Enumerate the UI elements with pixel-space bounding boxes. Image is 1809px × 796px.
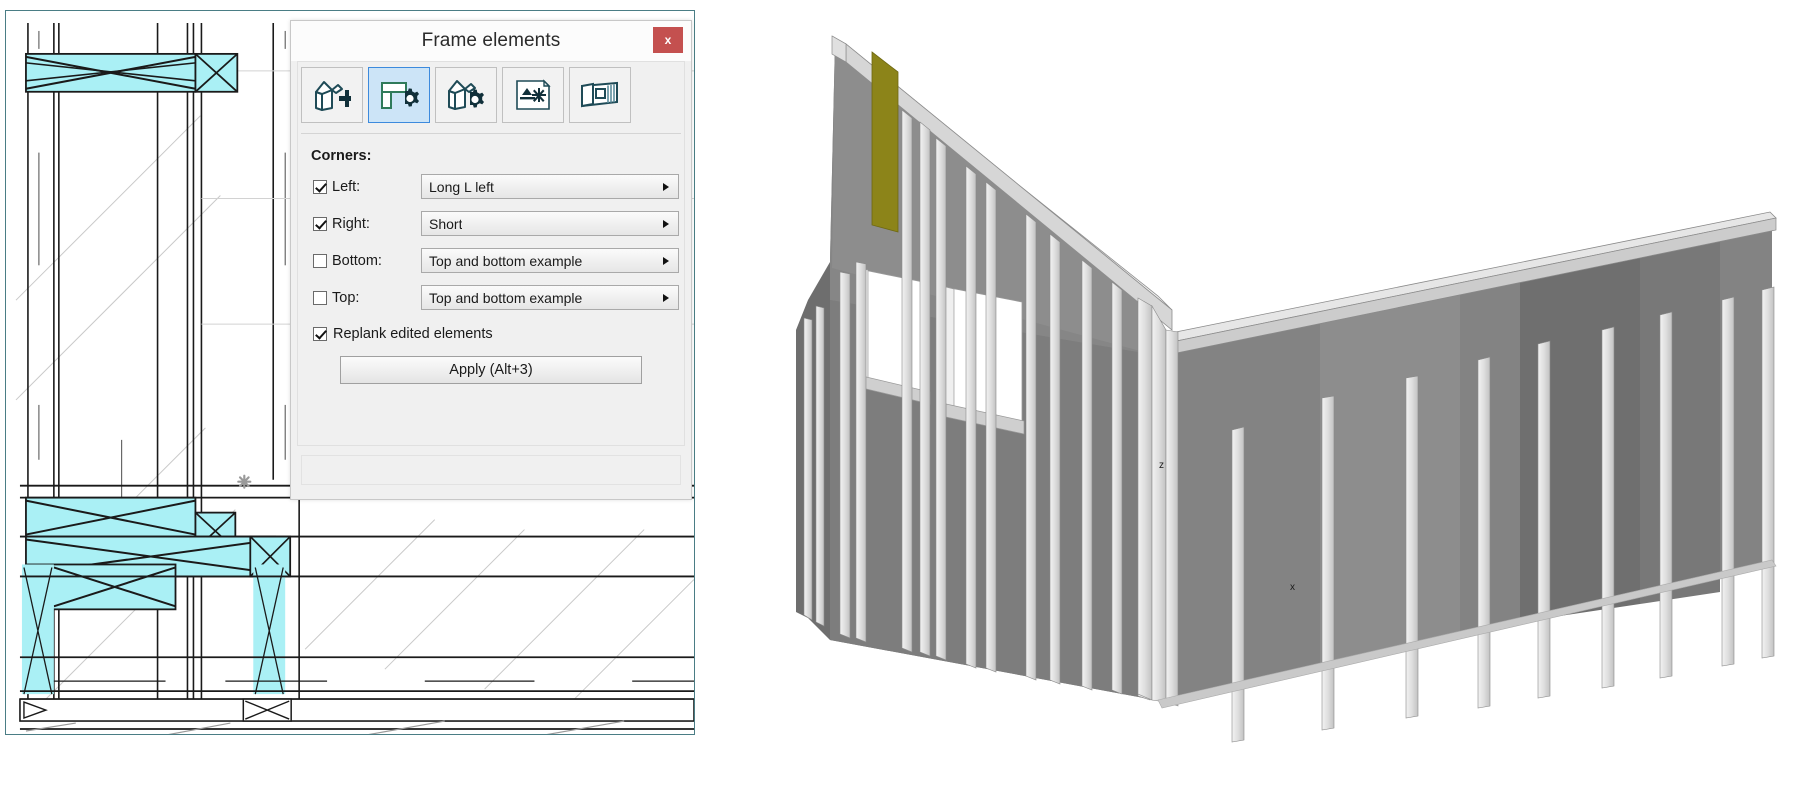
window-opening-2[interactable] (942, 286, 1024, 434)
drawing-dimension-icon (513, 78, 553, 112)
wall-view-button[interactable] (569, 67, 631, 123)
cad-bottom-sill (20, 699, 694, 721)
window-opening-1[interactable] (860, 268, 930, 404)
corner-right-label: Right: (332, 216, 370, 232)
corner-right-checkbox[interactable]: Right: (313, 216, 421, 232)
gable-wall-assembly[interactable] (796, 36, 1172, 700)
corner-top-value: Top and bottom example (422, 290, 582, 306)
corner-left-dropdown[interactable]: Long L left (421, 174, 679, 199)
corner-top-checkbox[interactable]: Top: (313, 290, 421, 306)
gable-stepped-edge (796, 262, 830, 640)
axis-label-x: x (1290, 582, 1295, 593)
apply-button[interactable]: Apply (Alt+3) (340, 356, 642, 384)
corner-bottom-label: Bottom: (332, 253, 382, 269)
corner-bottom-checkbox[interactable]: Bottom: (313, 253, 421, 269)
chevron-right-icon (663, 220, 669, 228)
side-wall-assembly[interactable] (1138, 212, 1776, 742)
checkbox-box[interactable] (313, 217, 327, 231)
corner-right-dropdown[interactable]: Short (421, 211, 679, 236)
cad-selected-stud-right[interactable] (253, 564, 285, 694)
highlighted-panel[interactable] (872, 52, 898, 232)
cad-snap-marker (238, 476, 250, 488)
corner-top-label: Top: (332, 290, 359, 306)
checkbox-box[interactable] (313, 180, 327, 194)
corner-left-label: Left: (332, 179, 360, 195)
timber-frame-model: z x (760, 0, 1809, 796)
corner-post[interactable] (1138, 298, 1178, 706)
close-icon[interactable]: x (653, 27, 683, 53)
checkbox-box[interactable] (313, 327, 327, 341)
corner-row-left: Left: Long L left (313, 174, 681, 199)
dimension-settings-button[interactable] (502, 67, 564, 123)
corner-row-right: Right: Short (313, 211, 681, 236)
edit-frame-element-button[interactable] (368, 67, 430, 123)
cad-bottom-hatch (26, 721, 624, 734)
dialog-title: Frame elements (422, 30, 561, 52)
frame-settings-button[interactable] (435, 67, 497, 123)
corner-bottom-dropdown[interactable]: Top and bottom example (421, 248, 679, 273)
chevron-right-icon (663, 294, 669, 302)
screen-root: z x Frame elements x (0, 0, 1809, 796)
building-gear-icon (446, 78, 486, 112)
dialog-titlebar: Frame elements x (291, 21, 691, 61)
corner-left-value: Long L left (422, 179, 494, 195)
checkbox-box[interactable] (313, 254, 327, 268)
frame-elements-dialog[interactable]: Frame elements x (290, 20, 692, 500)
cad-selected-stud-left[interactable] (22, 564, 54, 694)
corner-top-dropdown[interactable]: Top and bottom example (421, 285, 679, 310)
dialog-body: Corners: Left: Long L left Right: (291, 61, 691, 394)
add-frame-element-button[interactable] (301, 67, 363, 123)
dialog-bottom-frame (301, 455, 681, 485)
dialog-toolbar (301, 61, 681, 134)
chevron-right-icon (663, 183, 669, 191)
axis-label-z: z (1159, 460, 1164, 471)
corner-right-value: Short (422, 216, 462, 232)
replank-edited-elements-checkbox[interactable]: Replank edited elements (313, 326, 681, 342)
chevron-right-icon (663, 257, 669, 265)
wall-panel-icon (579, 80, 621, 110)
corner-row-bottom: Bottom: Top and bottom example (313, 248, 681, 273)
replank-label: Replank edited elements (333, 326, 493, 342)
corner-left-checkbox[interactable]: Left: (313, 179, 421, 195)
corner-bottom-value: Top and bottom example (422, 253, 582, 269)
checkbox-box[interactable] (313, 291, 327, 305)
model-3d-viewport[interactable]: z x (760, 0, 1809, 796)
building-plus-icon (312, 78, 352, 112)
corner-row-top: Top: Top and bottom example (313, 285, 681, 310)
cad-selected-member-top[interactable] (26, 54, 237, 92)
corners-section-label: Corners: (311, 148, 681, 164)
plan-gear-icon (379, 78, 419, 112)
